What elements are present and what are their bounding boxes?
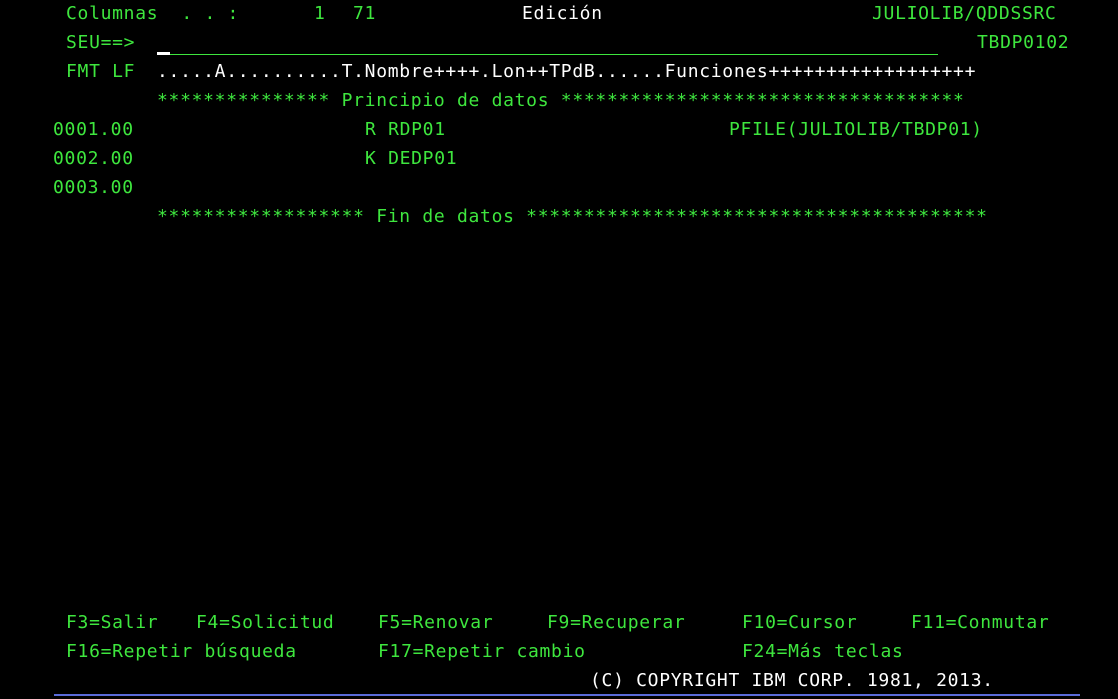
member-path: JULIOLIB/QDDSSRC — [872, 3, 1057, 24]
f4-prompt-key[interactable]: F4=Solicitud — [196, 612, 334, 634]
column-from: 1 — [314, 3, 326, 24]
f3-exit-key[interactable]: F3=Salir — [66, 612, 158, 634]
format-label[interactable]: FMT LF — [66, 61, 135, 83]
column-to: 71 — [353, 3, 377, 24]
start-of-data-marker: *************** Principio de datos *****… — [157, 90, 965, 111]
member-name: TBDP0102 — [977, 32, 1070, 53]
f11-toggle-key[interactable]: F11=Conmutar — [911, 612, 1049, 634]
copyright-notice: (C) COPYRIGHT IBM CORP. 1981, 2013. — [590, 670, 994, 691]
source-line-functions[interactable]: PFILE(JULIOLIB/TBDP01) — [729, 119, 983, 141]
f5-refresh-key[interactable]: F5=Renovar — [378, 612, 493, 634]
columns-label: Columnas . . : — [66, 3, 240, 24]
format-ruler: .....A..........T.Nombre++++.Lon++TPdB..… — [157, 61, 977, 82]
f24-more-keys-key[interactable]: F24=Más teclas — [742, 641, 904, 663]
sequence-number[interactable]: 0003.00 — [53, 177, 134, 199]
sequence-number[interactable]: 0001.00 — [53, 119, 134, 141]
f16-repeat-find-key[interactable]: F16=Repetir búsqueda — [66, 641, 297, 663]
source-line-code[interactable]: K DEDP01 — [365, 148, 457, 170]
bottom-rule — [54, 694, 1080, 696]
seu-prompt-label: SEU==> — [66, 32, 136, 53]
source-line-code[interactable]: R RDP01 — [365, 119, 446, 141]
f17-repeat-change-key[interactable]: F17=Repetir cambio — [378, 641, 586, 663]
f9-retrieve-key[interactable]: F9=Recuperar — [547, 612, 685, 634]
seu-command-input[interactable] — [170, 54, 938, 55]
sequence-number[interactable]: 0002.00 — [53, 148, 134, 170]
mode-title: Edición — [522, 3, 603, 24]
end-of-data-marker: ****************** Fin de datos ********… — [157, 206, 988, 227]
f10-cursor-key[interactable]: F10=Cursor — [742, 612, 857, 634]
text-cursor — [157, 52, 170, 55]
